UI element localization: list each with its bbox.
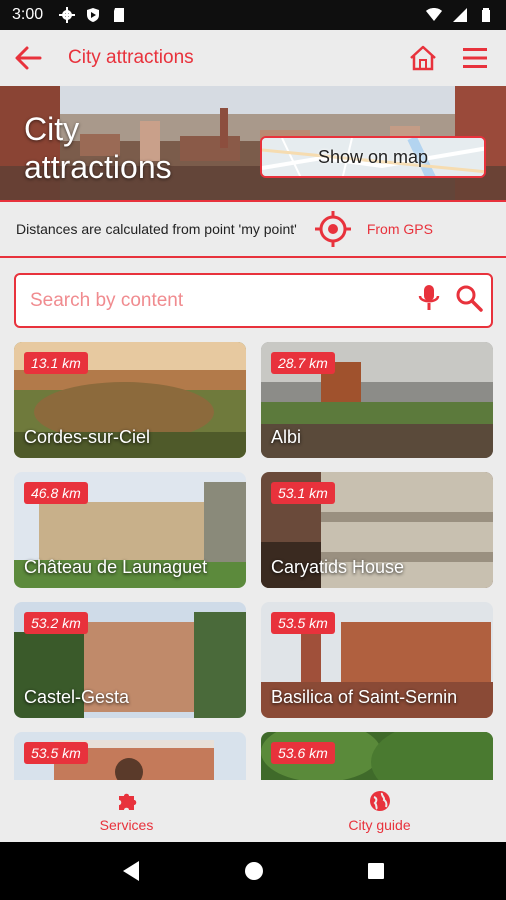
distance-badge: 53.1 km [271,482,335,504]
back-triangle-icon[interactable] [121,860,141,882]
sd-card-icon [114,8,125,22]
back-arrow-icon [15,46,42,70]
attractions-grid: 13.1 km Cordes-sur-Ciel 28.7 km Albi 46.… [14,342,493,780]
home-icon [410,45,436,71]
attraction-card[interactable]: 53.5 km [14,732,246,780]
settings-icon [59,7,76,23]
nav-label-services: Services [99,817,154,833]
search-input[interactable] [30,289,417,312]
distance-badge: 53.5 km [24,742,88,764]
show-on-map-label: Show on map [317,146,429,167]
attraction-card[interactable]: 53.2 km Castel-Gesta [14,602,246,718]
attraction-name: Caryatids House [271,557,405,577]
attraction-name: Albi [271,427,302,447]
search-button[interactable] [455,284,483,317]
puzzle-icon [118,793,136,810]
distance-badge: 28.7 km [271,352,335,374]
nav-item-services[interactable]: Services [0,780,253,842]
attraction-card[interactable]: 13.1 km Cordes-sur-Ciel [14,342,246,458]
bottom-navigation: Services City guide [0,780,506,842]
distance-badge: 46.8 km [24,482,88,504]
status-time: 3:00 [12,6,44,23]
attraction-card[interactable]: 46.8 km Château de Launaguet [14,472,246,588]
globe-icon [369,791,390,811]
search-bar [14,273,493,328]
from-gps-link[interactable]: From GPS [367,221,433,237]
attraction-card[interactable]: 53.5 km Basilica of Saint-Sernin [261,602,493,718]
signal-icon [453,8,467,22]
menu-button[interactable] [458,41,492,75]
search-icon [456,285,483,312]
shield-icon [87,8,100,22]
distance-badge: 53.5 km [271,612,335,634]
wifi-icon [426,8,442,21]
attraction-name: Basilica of Saint-Sernin [271,687,458,707]
back-button[interactable] [0,30,56,86]
attraction-name: Château de Launaguet [24,557,208,577]
crosshair-icon [314,211,351,247]
distance-badge: 13.1 km [24,352,88,374]
recents-square-icon[interactable] [367,862,385,880]
home-button[interactable] [406,41,440,75]
distance-badge: 53.2 km [24,612,88,634]
system-navigation-bar [0,842,506,900]
distance-badge: 53.6 km [271,742,335,764]
hero-title-line2: attractions [24,149,172,185]
menu-icon [463,48,487,68]
attraction-name: Cordes-sur-Ciel [24,427,151,447]
home-circle-icon[interactable] [244,861,264,881]
hero-title: City attractions [24,110,172,186]
page-title: City attractions [68,47,194,68]
hero-title-line1: City [24,111,80,147]
attraction-name: Castel-Gesta [24,687,130,707]
microphone-icon [418,285,440,310]
attraction-card[interactable]: 53.1 km Caryatids House [261,472,493,588]
status-bar: 3:00 [0,0,506,30]
app-bar: City attractions [0,30,506,86]
attraction-card[interactable]: 28.7 km Albi [261,342,493,458]
distance-info-text: Distances are calculated from point 'my … [16,221,297,237]
attraction-card[interactable]: 53.6 km [261,732,493,780]
battery-icon [482,8,490,22]
nav-item-city-guide[interactable]: City guide [253,780,506,842]
voice-search-button[interactable] [417,283,441,318]
show-on-map-button[interactable]: Show on map [260,136,486,178]
distance-info-bar: Distances are calculated from point 'my … [0,200,506,258]
nav-label-city-guide: City guide [348,817,411,833]
gps-button[interactable] [313,209,353,249]
